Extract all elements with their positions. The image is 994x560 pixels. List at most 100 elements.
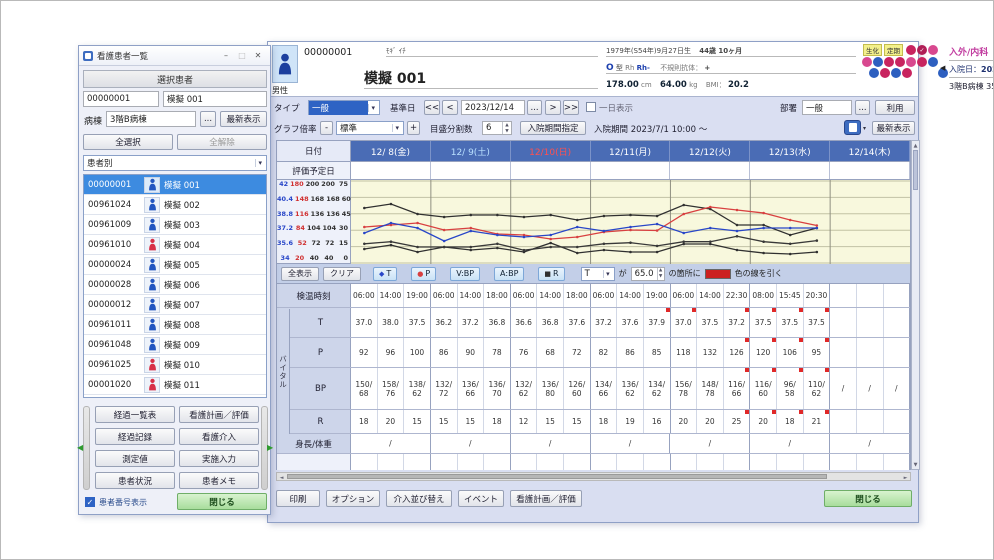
vital-cell[interactable]: / (830, 368, 857, 409)
vital-cell[interactable]: 16 (644, 410, 671, 433)
vital-cell[interactable]: 15:45 (777, 284, 804, 307)
vital-cell[interactable]: 37.0 (351, 308, 378, 337)
date-prev2-button[interactable]: << (424, 100, 440, 115)
vital-cell[interactable]: 14:00 (617, 284, 644, 307)
vital-cell[interactable]: 18:00 (484, 284, 511, 307)
vital-cell[interactable]: 100 (404, 338, 431, 367)
vital-cell[interactable]: 06:00 (671, 284, 698, 307)
ward-more-button[interactable]: ... (200, 111, 216, 127)
memo-chevron-icon[interactable]: ▾ (863, 125, 866, 132)
bottom-toolbar-button[interactable]: イベント (458, 490, 504, 507)
vital-cell[interactable]: 06:00 (511, 284, 538, 307)
vital-cell[interactable] (857, 410, 884, 433)
vital-cell[interactable]: 106 (777, 338, 804, 367)
height-weight-cell[interactable]: / (351, 434, 431, 453)
divisions-spinner[interactable]: 6 ▲▼ (482, 121, 512, 135)
ward-input[interactable]: 3階B病棟 (106, 111, 196, 127)
vital-cell[interactable]: 15 (458, 410, 485, 433)
close-chart-button[interactable]: 閉じる (824, 490, 912, 507)
close-window-icon[interactable]: ✕ (250, 49, 266, 63)
maximize-button[interactable]: □ (234, 49, 250, 63)
patient-list-item[interactable]: 00000028模擬 006 (84, 275, 266, 295)
refresh-chart-button[interactable]: 最新表示 (872, 121, 915, 135)
vital-cell[interactable]: 120 (750, 338, 777, 367)
patient-list-item[interactable]: 00961009模擬 003 (84, 215, 266, 235)
vital-cell[interactable]: 06:00 (351, 284, 378, 307)
vital-cell[interactable]: 148/78 (697, 368, 724, 409)
vital-cell[interactable]: 22:30 (724, 284, 751, 307)
height-weight-cell[interactable]: / (511, 434, 591, 453)
vital-cell[interactable] (830, 284, 857, 307)
vital-cell[interactable]: 37.6 (617, 308, 644, 337)
vital-cell[interactable]: 37.2 (458, 308, 485, 337)
vital-cell[interactable] (884, 410, 911, 433)
action-button[interactable]: 患者状況 (95, 472, 175, 489)
date-next-button[interactable]: > (545, 100, 561, 115)
vital-cell[interactable]: 08:00 (750, 284, 777, 307)
vital-cell[interactable]: 96 (378, 338, 405, 367)
vital-cell[interactable]: 86 (617, 338, 644, 367)
action-scroll-track-left[interactable] (83, 406, 90, 490)
clear-all-button[interactable]: 全解除 (177, 134, 267, 150)
vital-cell[interactable]: 76 (511, 338, 538, 367)
band-value-spinner[interactable]: 65.0 ▲▼ (631, 267, 665, 281)
vital-cell[interactable]: 18 (351, 410, 378, 433)
vital-cell[interactable]: 134/66 (591, 368, 618, 409)
action-button[interactable]: 実施入力 (179, 450, 259, 467)
vital-cell[interactable]: 19:00 (644, 284, 671, 307)
vital-cell[interactable]: 20 (750, 410, 777, 433)
vital-cell[interactable]: 68 (537, 338, 564, 367)
vital-cell[interactable]: 14:00 (458, 284, 485, 307)
vital-cell[interactable] (830, 338, 857, 367)
vital-cell[interactable] (857, 308, 884, 337)
patient-list-item[interactable]: 00961011模擬 008 (84, 315, 266, 335)
zoom-select[interactable]: 標準▾ (336, 121, 404, 135)
vital-cell[interactable]: 150/68 (351, 368, 378, 409)
patient-list-item[interactable]: 00961048模擬 009 (84, 335, 266, 355)
vital-cell[interactable]: 82 (591, 338, 618, 367)
patient-list-item[interactable]: 00961025模擬 010 (84, 355, 266, 375)
vital-cell[interactable]: 37.2 (591, 308, 618, 337)
view-mode-select[interactable]: 患者別▾ (83, 155, 267, 171)
vital-cell[interactable]: 18 (591, 410, 618, 433)
height-weight-cell[interactable]: / (431, 434, 511, 453)
spinner-down-icon[interactable]: ▼ (658, 274, 664, 280)
use-button[interactable]: 利用 (875, 100, 915, 115)
show-all-button[interactable]: 全表示 (281, 267, 319, 281)
vital-cell[interactable]: 37.5 (804, 308, 831, 337)
dept-more-button[interactable]: ... (855, 100, 870, 115)
vital-cell[interactable] (884, 308, 911, 337)
vital-cell[interactable]: 126/60 (564, 368, 591, 409)
scroll-right-icon[interactable]: ► (901, 473, 910, 482)
series-toggle-button[interactable]: A:BP (494, 267, 524, 281)
horizontal-scrollbar[interactable]: ◄ ► (276, 472, 911, 481)
vital-cell[interactable]: 14:00 (697, 284, 724, 307)
vital-cell[interactable]: 126 (724, 338, 751, 367)
series-toggle-button[interactable]: ■R (538, 267, 564, 281)
vital-cell[interactable]: 36.8 (537, 308, 564, 337)
vital-cell[interactable]: 20 (671, 410, 698, 433)
vital-cell[interactable]: 20 (378, 410, 405, 433)
action-button[interactable]: 看護介入 (179, 428, 259, 445)
vital-cell[interactable]: 18:00 (564, 284, 591, 307)
vital-cell[interactable]: 96/58 (777, 368, 804, 409)
date-column-header[interactable]: 12/11(月) (591, 141, 671, 161)
vital-cell[interactable]: 21 (804, 410, 831, 433)
vital-cell[interactable]: 118 (671, 338, 698, 367)
vital-cell[interactable]: 132/72 (431, 368, 458, 409)
vital-cell[interactable]: 136/70 (484, 368, 511, 409)
date-column-header[interactable]: 12/ 8(金) (351, 141, 431, 161)
series-toggle-button[interactable]: V:BP (450, 267, 480, 281)
vital-cell[interactable]: 110/62 (804, 368, 831, 409)
vital-cell[interactable]: 158/76 (378, 368, 405, 409)
vertical-scrollbar[interactable]: ▲ ▼ (911, 140, 920, 470)
vital-cell[interactable]: 20 (697, 410, 724, 433)
vital-cell[interactable] (857, 338, 884, 367)
action-button[interactable]: 経過記録 (95, 428, 175, 445)
vital-cell[interactable]: 15 (404, 410, 431, 433)
height-weight-cell[interactable]: / (591, 434, 671, 453)
date-prev-button[interactable]: < (442, 100, 458, 115)
vital-cell[interactable] (830, 308, 857, 337)
scroll-left-green-icon[interactable]: ◀ (77, 443, 83, 452)
vital-cell[interactable]: 72 (564, 338, 591, 367)
